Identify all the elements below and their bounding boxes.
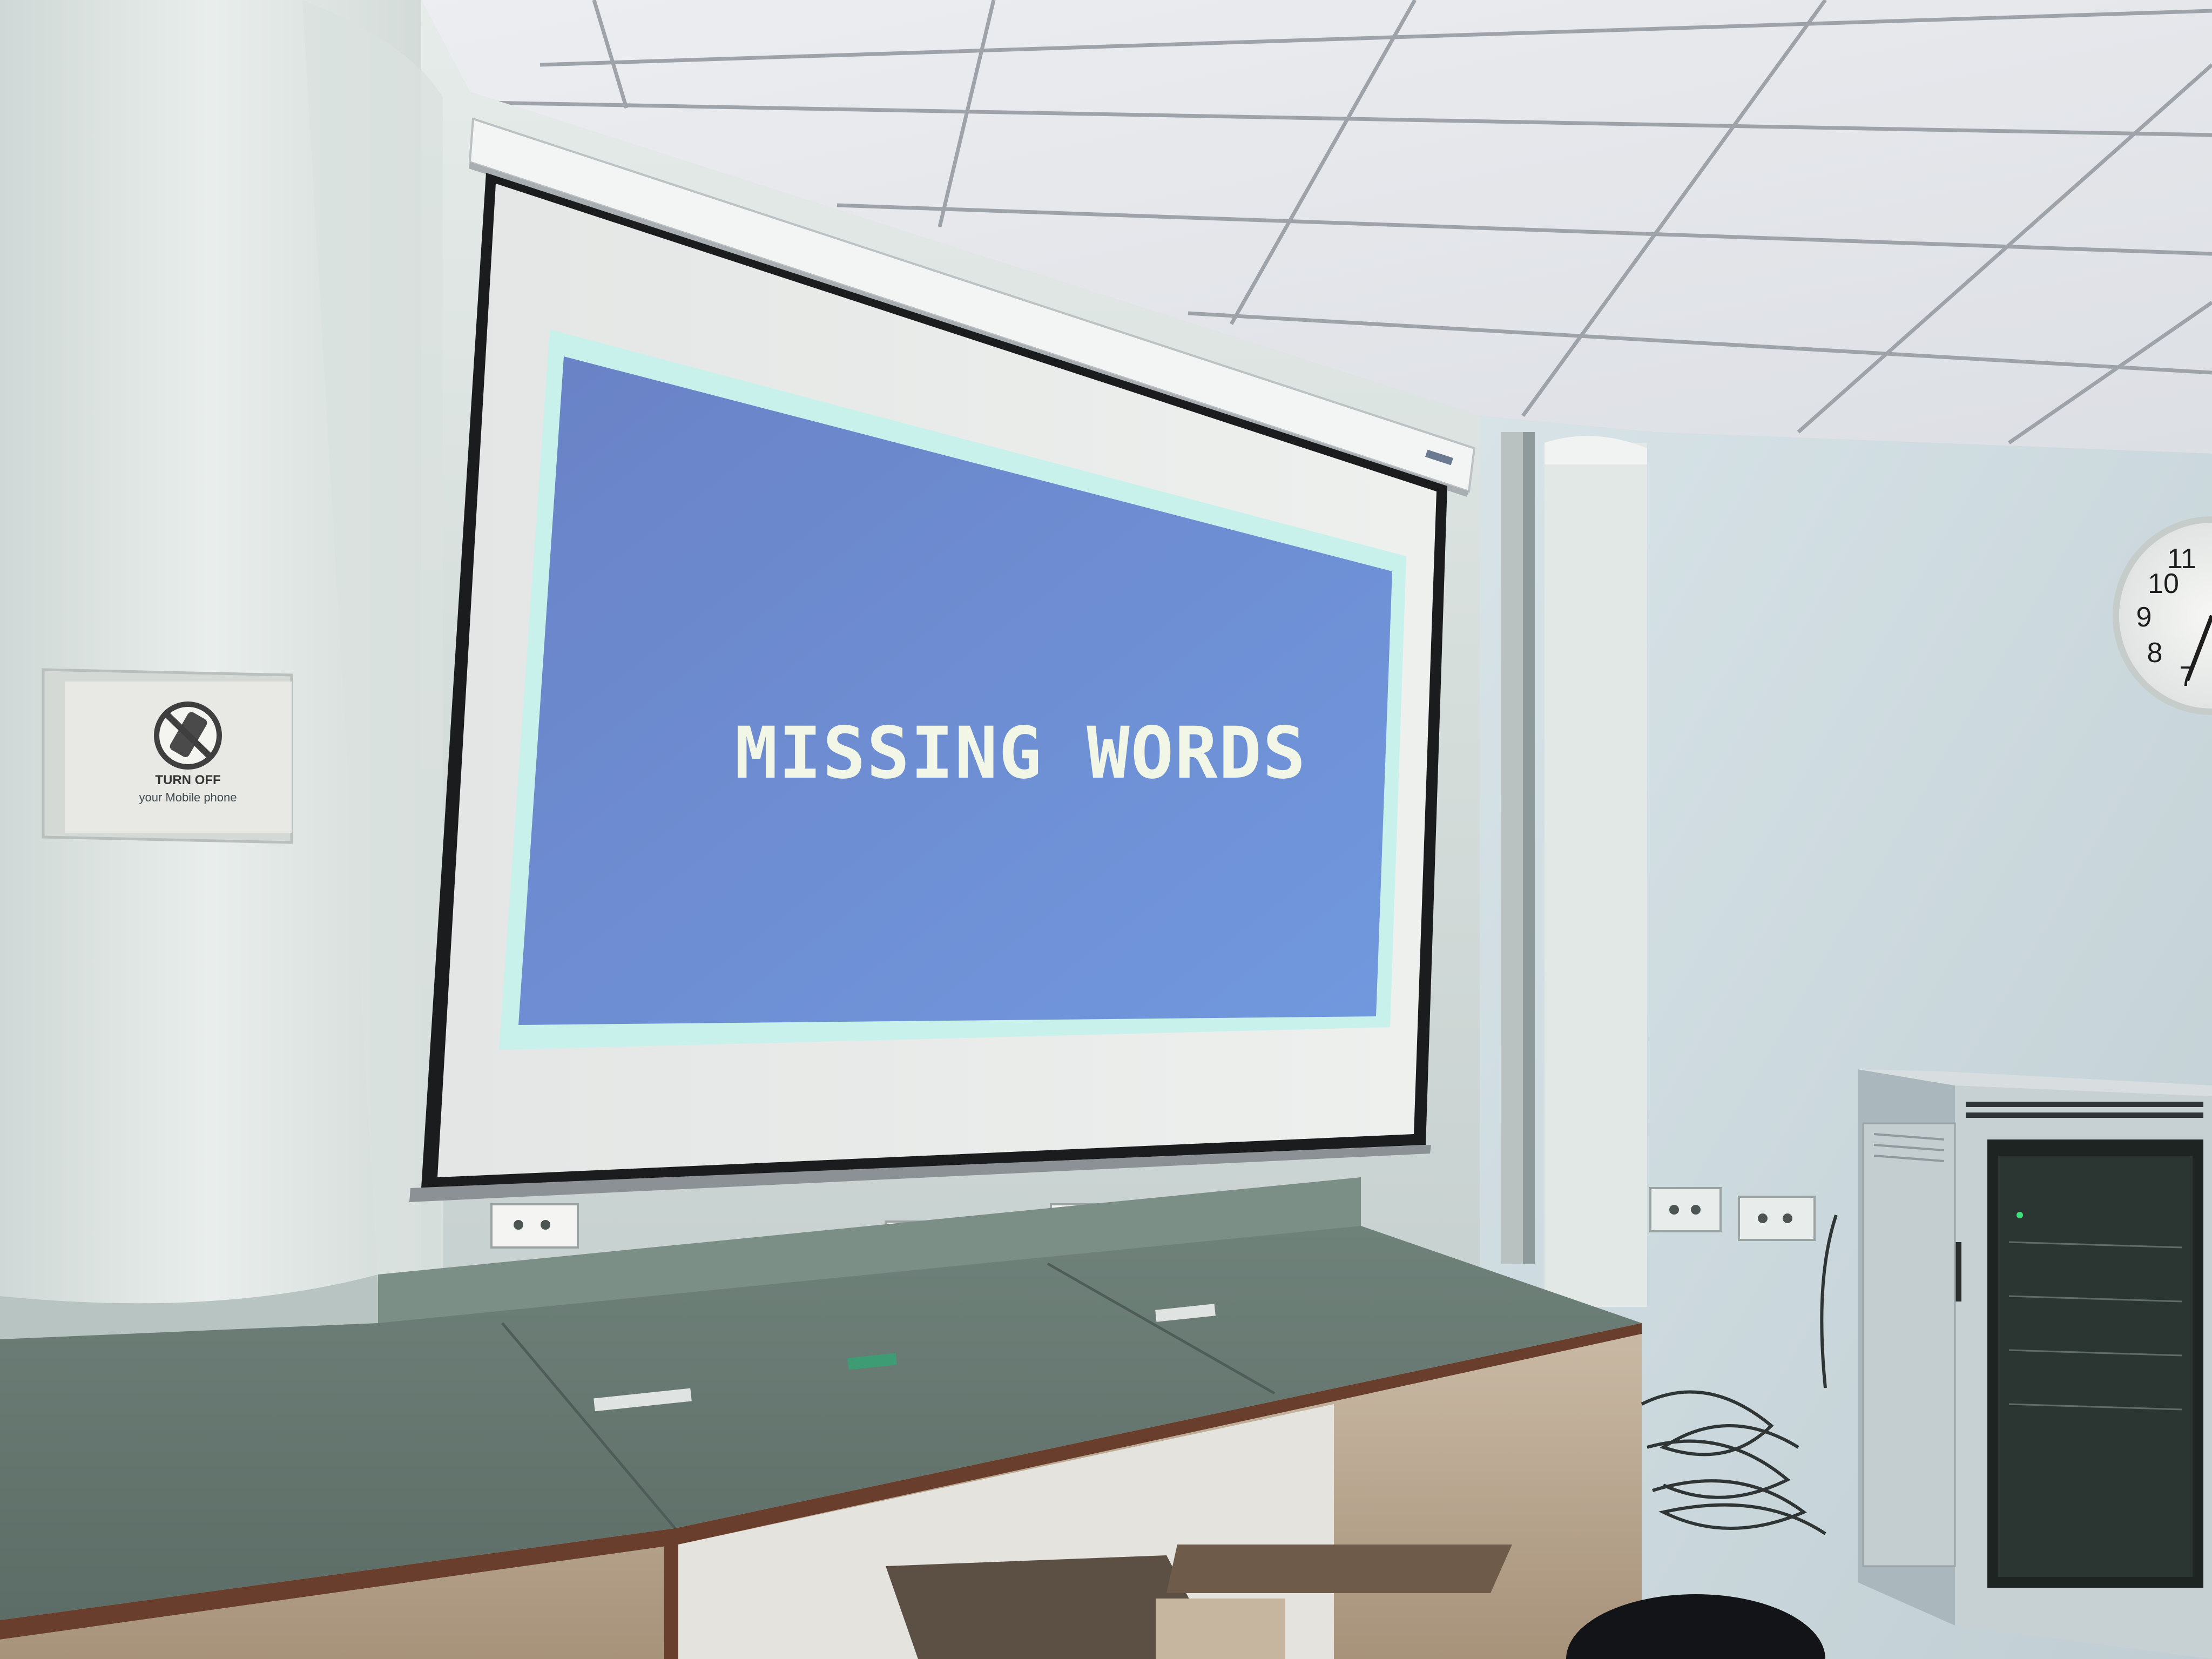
no-phone-sign: TURN OFF your Mobile phone (42, 668, 293, 844)
classroom-photo: TURN OFF your Mobile phone MISSING WORDS (0, 0, 2212, 1659)
server-rack (1858, 1069, 2212, 1659)
sign-subtitle: your Mobile phone (139, 791, 237, 804)
slide-title: MISSING WORDS (734, 712, 1306, 795)
clock-number-9: 9 (2136, 602, 2152, 633)
no-phone-icon (154, 702, 222, 770)
right-pillar (1501, 432, 1647, 1307)
clock-number-8: 8 (2147, 637, 2163, 669)
sign-title: TURN OFF (155, 773, 220, 787)
clock-number-10: 10 (2148, 568, 2179, 599)
classroom-scene: TURN OFF your Mobile phone MISSING WORDS (0, 0, 2212, 1659)
